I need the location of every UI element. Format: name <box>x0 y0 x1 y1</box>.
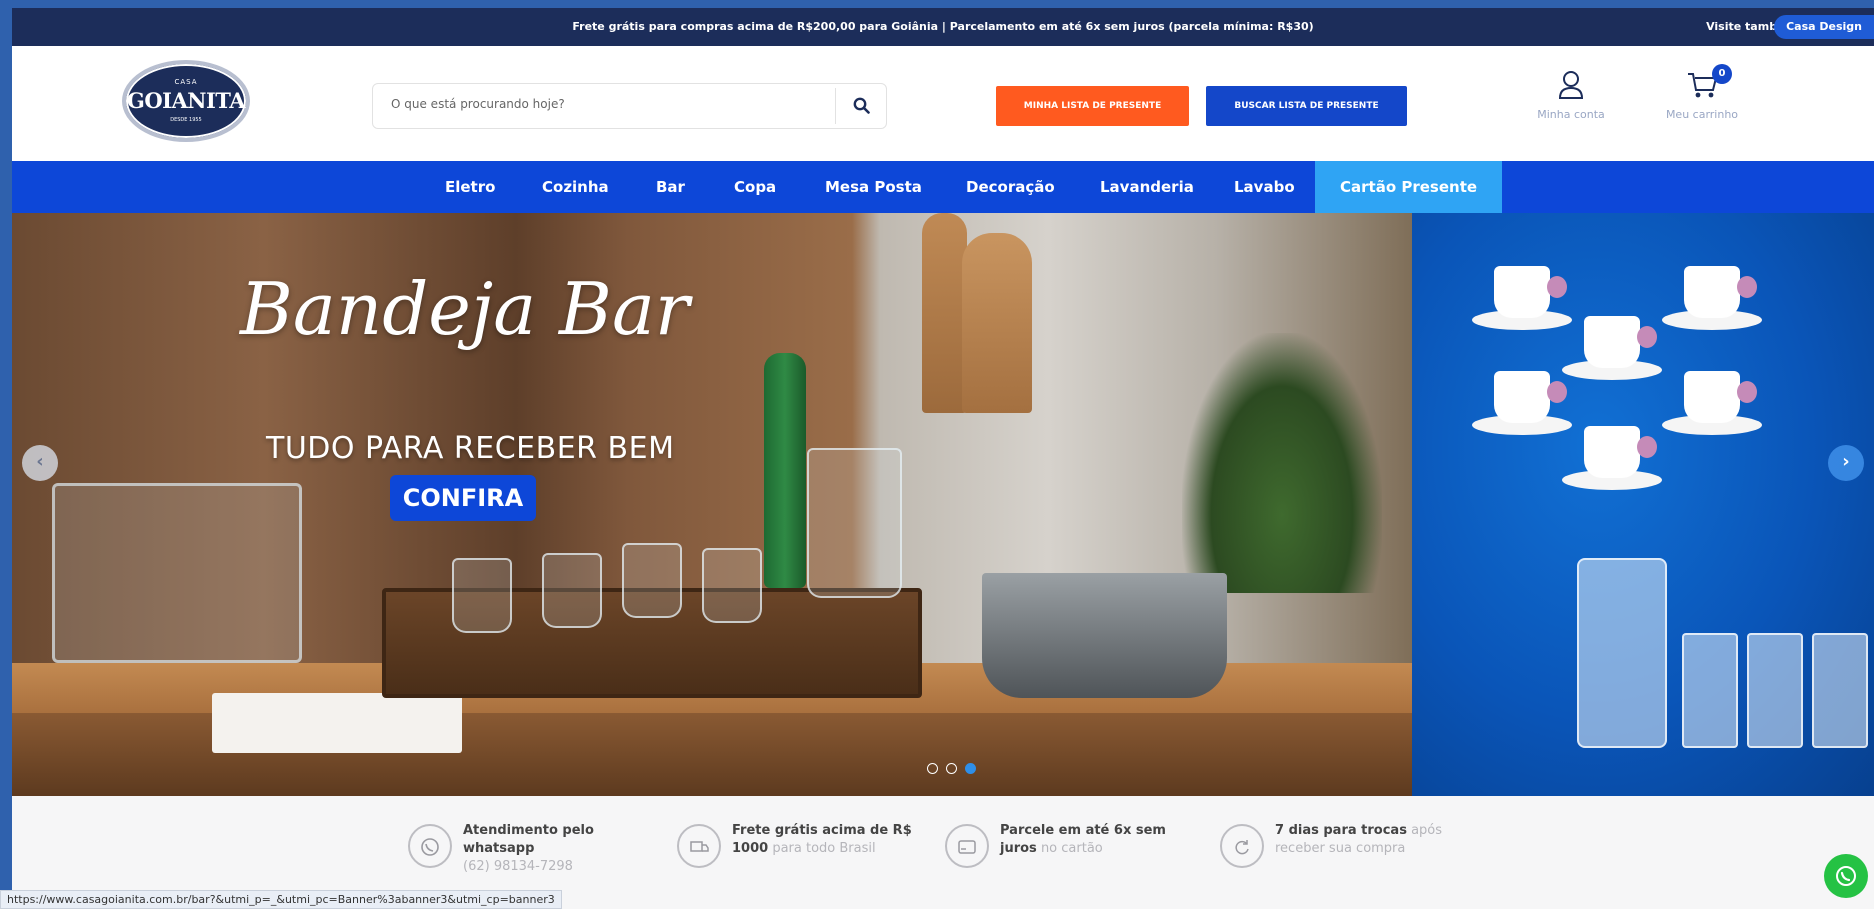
announcement-bar: Frete grátis para compras acima de R$200… <box>12 8 1874 46</box>
announcement-text: Frete grátis para compras acima de R$200… <box>572 20 1314 33</box>
site-header: CASA GOIANITA DESDE 1955 MINHA LISTA DE … <box>12 46 1874 161</box>
chevron-right-icon: › <box>1842 451 1850 472</box>
cutting-board-image <box>922 213 967 413</box>
search-icon <box>853 97 870 114</box>
carousel-dots <box>927 759 987 774</box>
whatsapp-icon <box>1836 866 1856 886</box>
nav-item-copa[interactable]: Copa <box>734 161 776 213</box>
nav-item-decoracao[interactable]: Decoração <box>966 161 1055 213</box>
user-icon <box>1558 71 1584 99</box>
browser-status-url: https://www.casagoianita.com.br/bar?&utm… <box>0 890 562 909</box>
ice-bucket-image <box>982 573 1227 698</box>
cart-link[interactable]: 0 Meu carrinho <box>1652 64 1752 121</box>
whatsapp-icon <box>408 824 452 868</box>
teacup-image <box>1662 258 1762 336</box>
teacup-image <box>1472 363 1572 441</box>
carousel-dot-3[interactable] <box>965 763 977 774</box>
benefit-whatsapp[interactable]: Atendimento pelo whatsapp (62) 98134-729… <box>408 822 638 882</box>
benefit-whatsapp-title: Atendimento pelo whatsapp <box>463 823 594 856</box>
browser-frame: Frete grátis para compras acima de R$200… <box>0 0 1874 909</box>
logo-name: GOIANITA <box>126 88 246 113</box>
casa-design-link[interactable]: Casa Design <box>1774 15 1874 39</box>
hero-headline: Bandeja Bar <box>240 267 690 351</box>
account-label: Minha conta <box>1537 108 1605 121</box>
nav-item-bar[interactable]: Bar <box>656 161 685 213</box>
benefit-returns-text: 7 dias para trocas após receber sua comp… <box>1275 822 1460 858</box>
goianita-logo[interactable]: CASA GOIANITA DESDE 1955 <box>122 60 250 142</box>
whatsapp-chat-button[interactable] <box>1824 854 1868 898</box>
search-box <box>372 83 887 129</box>
return-icon <box>1220 824 1264 868</box>
benefit-whatsapp-phone: (62) 98134-7298 <box>463 859 573 874</box>
glass-image <box>702 548 762 623</box>
logo-since: DESDE 1955 <box>170 117 202 123</box>
nav-item-eletro[interactable]: Eletro <box>445 161 495 213</box>
benefit-installments: Parcele em até 6x sem juros no cartão <box>945 822 1175 882</box>
pitcher-image <box>807 448 902 598</box>
banner-bandeja-bar[interactable]: Bandeja Bar TUDO PARA RECEBER BEM CONFIR… <box>12 213 1412 796</box>
teacup-image <box>1662 363 1762 441</box>
benefit-returns-title: 7 dias para trocas <box>1275 823 1407 838</box>
nav-item-lavanderia[interactable]: Lavanderia <box>1100 161 1194 213</box>
benefit-free-shipping-text: Frete grátis acima de R$ 1000 para todo … <box>732 822 922 858</box>
glass-pitcher-image <box>1577 558 1667 748</box>
account-link[interactable]: Minha conta <box>1526 70 1616 121</box>
chevron-left-icon: ‹ <box>36 451 44 472</box>
tumbler-image <box>1747 633 1803 748</box>
benefit-free-shipping: Frete grátis acima de R$ 1000 para todo … <box>677 822 917 882</box>
carousel-dot-1[interactable] <box>927 763 938 774</box>
cutting-board-image <box>962 233 1032 413</box>
plant-image <box>1182 333 1382 593</box>
my-gift-list-button[interactable]: MINHA LISTA DE PRESENTE <box>996 86 1189 126</box>
carousel-prev-button[interactable]: ‹ <box>22 445 58 481</box>
bottle-image <box>764 353 806 588</box>
nav-item-cozinha[interactable]: Cozinha <box>542 161 609 213</box>
benefit-free-shipping-detail: para todo Brasil <box>772 841 876 856</box>
card-icon <box>945 824 989 868</box>
truck-icon <box>677 824 721 868</box>
search-input[interactable] <box>391 97 811 111</box>
cutlery-holder-image <box>52 483 302 663</box>
hero-carousel: Bandeja Bar TUDO PARA RECEBER BEM CONFIR… <box>12 213 1874 796</box>
category-nav: Eletro Cozinha Bar Copa Mesa Posta Decor… <box>12 161 1874 213</box>
nav-item-mesa-posta[interactable]: Mesa Posta <box>825 161 922 213</box>
carousel-dot-2[interactable] <box>946 763 958 774</box>
glass-image <box>542 553 602 628</box>
teacup-image <box>1562 308 1662 386</box>
benefit-returns: 7 dias para trocas após receber sua comp… <box>1220 822 1460 882</box>
glass-image <box>622 543 682 618</box>
logo-top-text: CASA <box>174 78 198 86</box>
tumbler-image <box>1682 633 1738 748</box>
benefit-installments-detail: no cartão <box>1040 841 1103 856</box>
nav-item-cartao-presente[interactable]: Cartão Presente <box>1315 161 1503 213</box>
search-button[interactable] <box>836 84 886 128</box>
hero-cta-button[interactable]: CONFIRA <box>390 475 536 521</box>
cart-count-badge: 0 <box>1712 64 1732 84</box>
teacup-image <box>1562 418 1662 496</box>
benefit-installments-text: Parcele em até 6x sem juros no cartão <box>1000 822 1175 858</box>
glass-image <box>452 558 512 633</box>
carousel-next-button[interactable]: › <box>1828 445 1864 481</box>
napkins-image <box>212 693 462 753</box>
teacup-image <box>1472 258 1572 336</box>
benefit-whatsapp-text: Atendimento pelo whatsapp (62) 98134-729… <box>463 822 638 876</box>
hero-subhead: TUDO PARA RECEBER BEM <box>266 431 675 466</box>
nav-item-lavabo[interactable]: Lavabo <box>1234 161 1295 213</box>
tumbler-image <box>1812 633 1868 748</box>
find-gift-list-button[interactable]: BUSCAR LISTA DE PRESENTE <box>1206 86 1407 126</box>
cart-label: Meu carrinho <box>1665 108 1739 121</box>
